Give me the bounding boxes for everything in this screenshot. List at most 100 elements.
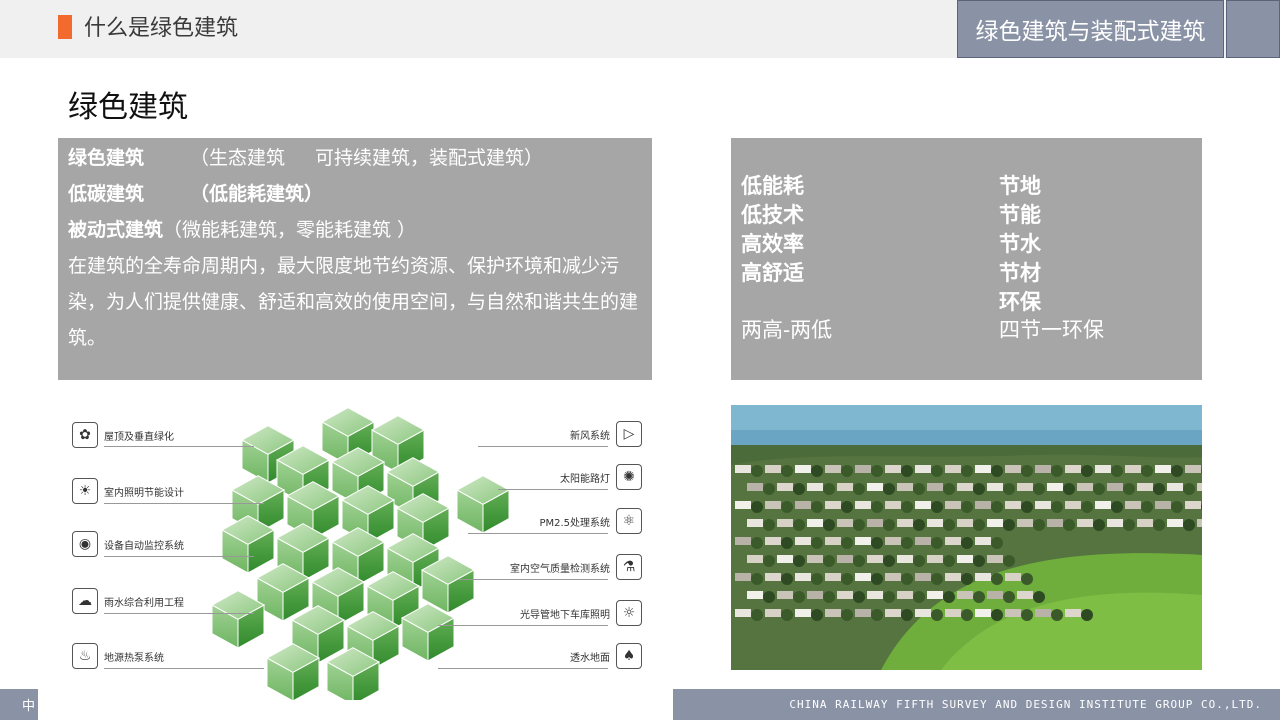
sun-icon: ☼ — [616, 600, 642, 626]
tree-shape — [871, 537, 883, 549]
tree-shape — [1153, 519, 1165, 531]
tree-shape — [751, 501, 763, 513]
tree-shape — [823, 483, 835, 495]
feature-label: 太阳能路灯 — [560, 473, 610, 485]
house-shape — [885, 465, 901, 473]
house-shape — [867, 555, 883, 563]
house-shape — [885, 609, 901, 617]
term-green-aliases-b: 可持续建筑，装配式建筑） — [315, 147, 544, 169]
tree-shape — [1051, 609, 1063, 621]
tree-shape — [1021, 609, 1033, 621]
principles-panel: 低能耗 低技术 高效率 高舒适 两高-两低 节地 节能 节水 节材 环保 四节一… — [731, 138, 1202, 380]
term-low-carbon-alias: （低能耗建筑） — [190, 183, 324, 205]
house-shape — [957, 555, 973, 563]
tree-shape — [1171, 465, 1183, 477]
tree-shape — [913, 483, 925, 495]
house-shape — [975, 609, 991, 617]
feature-air-quality: 室内空气质量检测系统 ⚗ — [510, 554, 642, 580]
house-shape — [1047, 483, 1063, 491]
tree-shape — [931, 501, 943, 513]
tree-shape — [943, 555, 955, 567]
house-shape — [765, 501, 781, 509]
tree-shape — [841, 537, 853, 549]
tree-shape — [781, 465, 793, 477]
feature-fresh-air: 新风系统 ▷ — [570, 421, 642, 447]
tree-shape — [901, 501, 913, 513]
feature-label: 室内空气质量检测系统 — [510, 563, 610, 575]
tree-shape — [793, 591, 805, 603]
house-shape — [795, 609, 811, 617]
house-shape — [885, 537, 901, 545]
house-shape — [1137, 519, 1153, 527]
house-shape — [807, 555, 823, 563]
house-shape — [1095, 501, 1111, 509]
house-shape — [945, 609, 961, 617]
tree-shape — [1021, 501, 1033, 513]
tree-shape — [1051, 465, 1063, 477]
house-shape — [735, 501, 751, 509]
principle-summary-left: 两高-两低 — [741, 318, 833, 342]
house-shape — [1107, 483, 1123, 491]
tree-shape — [1021, 465, 1033, 477]
feature-lighting-design: ☀ 室内照明节能设计 — [72, 478, 184, 504]
house-shape — [957, 591, 973, 599]
principle-item: 节水 — [999, 231, 1041, 256]
feature-label: 室内照明节能设计 — [104, 487, 184, 499]
tree-shape — [961, 465, 973, 477]
house-shape — [1125, 465, 1141, 473]
house-shape — [987, 591, 1003, 599]
house-shape — [1035, 501, 1051, 509]
town-photo — [731, 405, 1202, 670]
bulb-icon: ☀ — [72, 478, 98, 504]
tree-shape — [751, 609, 763, 621]
house-shape — [1065, 609, 1081, 617]
feature-auto-monitoring: ◉ 设备自动监控系统 — [72, 531, 184, 557]
tree-shape — [1081, 609, 1093, 621]
tree-shape — [901, 573, 913, 585]
house-shape — [897, 555, 913, 563]
tree-shape — [841, 609, 853, 621]
house-shape — [825, 609, 841, 617]
house-shape — [807, 591, 823, 599]
tree-shape — [811, 501, 823, 513]
house-shape — [927, 519, 943, 527]
tree-shape — [991, 573, 1003, 585]
term-green-building: 绿色建筑 — [68, 147, 145, 169]
tree-shape — [1123, 483, 1135, 495]
house-shape — [987, 519, 1003, 527]
rain-cloud-icon: ☁ — [72, 588, 98, 614]
footer-left-tab: 中 — [0, 689, 38, 720]
house-shape — [945, 537, 961, 545]
house-shape — [927, 555, 943, 563]
tree-shape — [871, 501, 883, 513]
house-shape — [1185, 465, 1201, 473]
house-shape — [945, 573, 961, 581]
tree-shape — [943, 483, 955, 495]
tree-shape — [973, 555, 985, 567]
principle-item: 节材 — [999, 260, 1041, 285]
tree-shape — [883, 555, 895, 567]
house-shape — [777, 483, 793, 491]
tree-shape — [811, 609, 823, 621]
tree-shape — [781, 537, 793, 549]
house-shape — [1065, 501, 1081, 509]
house-shape — [897, 591, 913, 599]
tree-shape — [1153, 483, 1165, 495]
accent-marker — [58, 15, 72, 39]
tree-shape — [823, 555, 835, 567]
tree-shape — [913, 555, 925, 567]
badge-block — [1226, 0, 1280, 58]
house-shape — [1065, 465, 1081, 473]
tree-shape — [1063, 483, 1075, 495]
feature-label: PM2.5处理系统 — [539, 517, 610, 529]
tree-shape — [1051, 501, 1063, 513]
tree-shape — [751, 537, 763, 549]
house-shape — [1167, 519, 1183, 527]
footer-company: CHINA RAILWAY FIFTH SURVEY AND DESIGN IN… — [673, 689, 1280, 720]
house-shape — [855, 609, 871, 617]
term-green-aliases-a: （生态建筑 — [190, 147, 286, 169]
feature-label: 雨水综合利用工程 — [104, 597, 184, 609]
tree-shape — [763, 555, 775, 567]
house-shape — [1035, 609, 1051, 617]
house-shape — [765, 609, 781, 617]
